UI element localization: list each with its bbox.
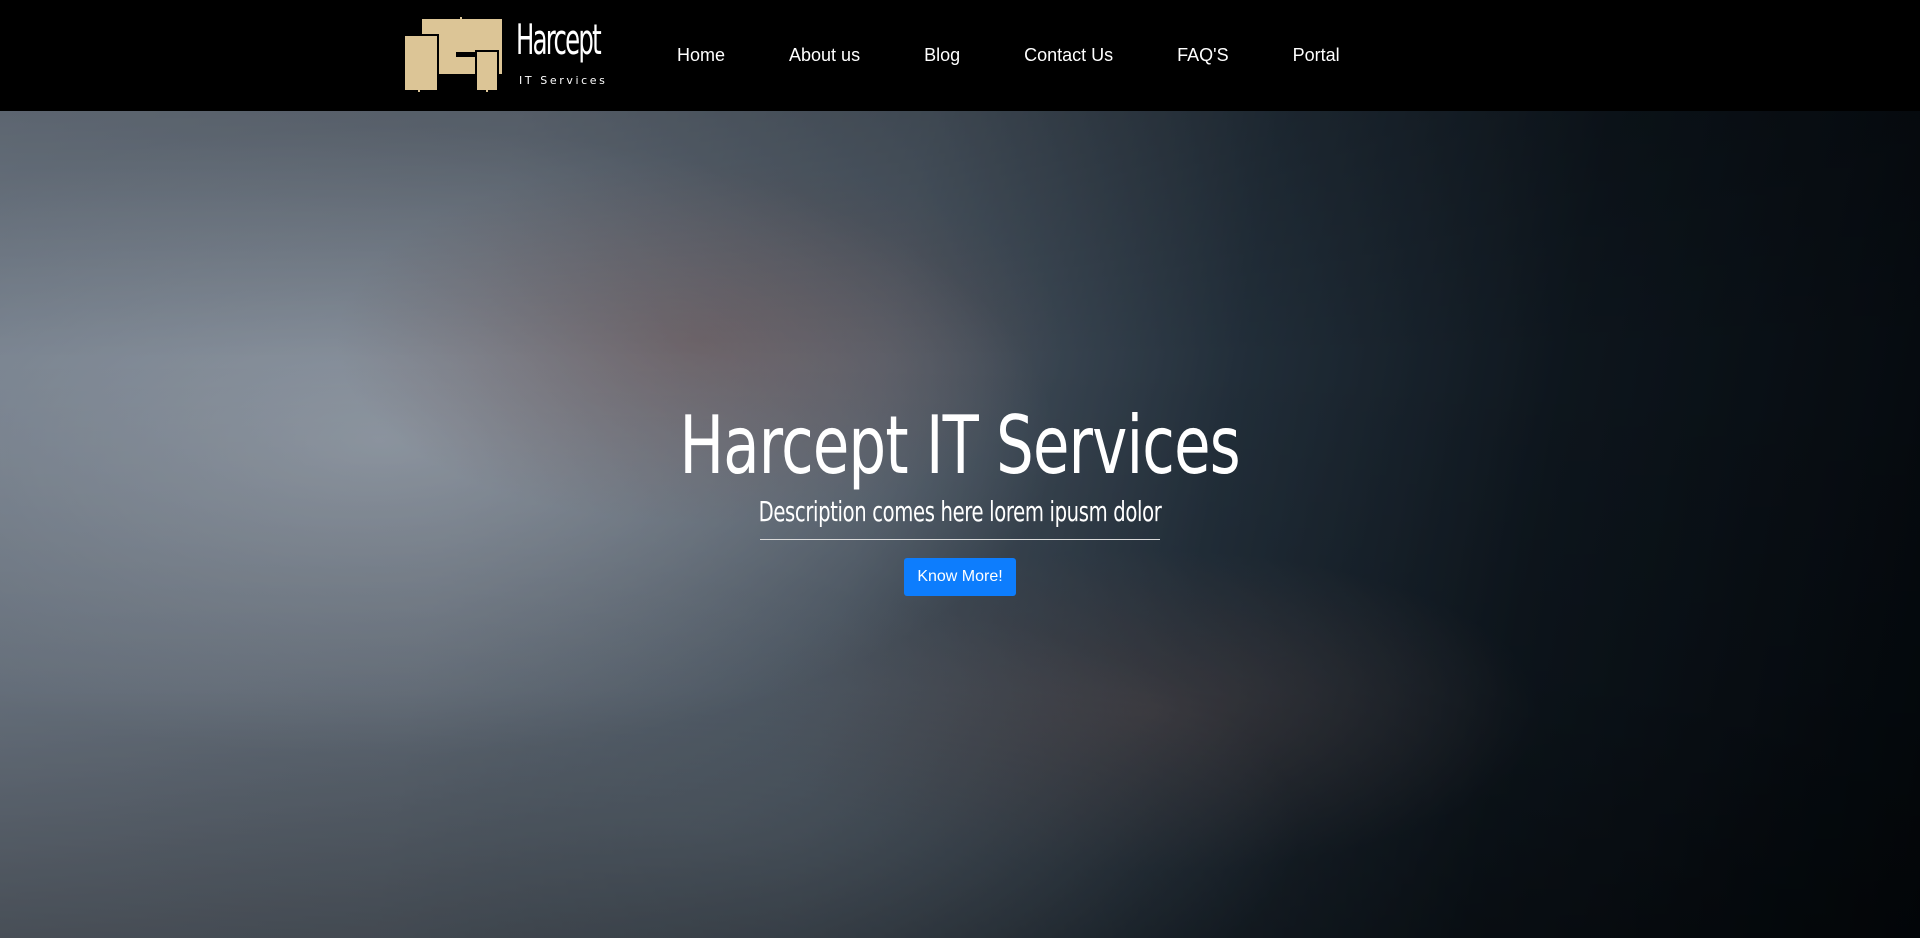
nav-contact-us[interactable]: Contact Us xyxy=(1024,45,1113,66)
hero-description: Description comes here lorem ipusm dolor xyxy=(758,495,1162,528)
hero-content: Harcept IT Services Description comes he… xyxy=(0,396,1920,596)
logo[interactable]: Harcept IT Services xyxy=(404,17,608,93)
page: Harcept IT Services Home About us Blog C… xyxy=(0,0,1920,938)
hero-section: Harcept IT Services Description comes he… xyxy=(0,111,1920,938)
logo-subtitle: IT Services xyxy=(519,74,608,87)
nav-about-us[interactable]: About us xyxy=(789,45,860,66)
devices-logo-icon xyxy=(404,17,502,92)
logo-title: Harcept xyxy=(516,15,602,64)
hero-description-wrap: Description comes here lorem ipusm dolor xyxy=(758,492,1162,540)
hero-title: Harcept IT Services xyxy=(679,399,1241,492)
logo-text: Harcept IT Services xyxy=(516,17,612,93)
navbar: Harcept IT Services Home About us Blog C… xyxy=(0,0,1920,111)
nav-blog[interactable]: Blog xyxy=(924,45,960,66)
nav-portal[interactable]: Portal xyxy=(1293,45,1340,66)
nav-faqs[interactable]: FAQ'S xyxy=(1177,45,1228,66)
main-nav: Home About us Blog Contact Us FAQ'S Port… xyxy=(677,0,1340,111)
know-more-button[interactable]: Know More! xyxy=(904,558,1016,596)
nav-home[interactable]: Home xyxy=(677,45,725,66)
